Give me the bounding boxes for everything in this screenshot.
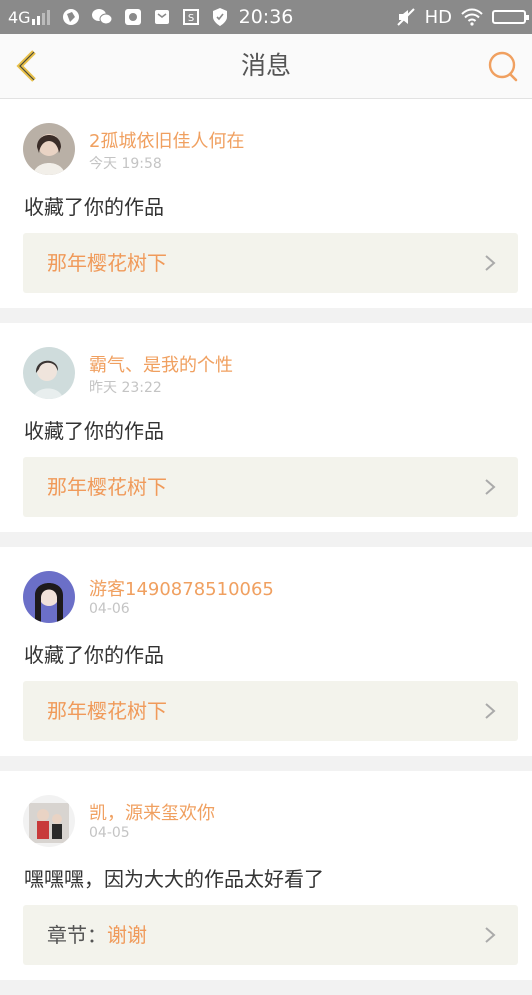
user-name[interactable]: 凯，源来玺欢你 [89,799,215,825]
avatar[interactable] [23,347,75,399]
chevron-right-icon [485,927,496,943]
chevron-right-icon [485,479,496,495]
user-name[interactable]: 游客1490878510065 [89,575,274,601]
message-time: 今天 19:58 [89,156,162,172]
work-link[interactable]: 那年樱花树下 [23,233,518,293]
avatar[interactable] [23,571,75,623]
work-title: 那年樱花树下 [47,457,167,517]
message-time: 昨天 23:22 [89,380,162,396]
user-name[interactable]: 2孤城依旧佳人何在 [89,127,244,153]
search-button[interactable] [486,49,520,83]
battery-icon [492,10,529,24]
message-item[interactable]: 霸气、是我的个性 昨天 23:22 收藏了你的作品 那年樱花树下 [0,323,532,532]
message-content: 收藏了你的作品 [24,419,164,443]
message-item[interactable]: 游客1490878510065 04-06 收藏了你的作品 那年樱花树下 [0,547,532,756]
work-title-text: 那年樱花树下 [47,699,167,723]
work-prefix: 章节： [47,923,107,947]
message-content: 收藏了你的作品 [24,195,164,219]
wifi-icon [461,8,483,26]
work-link[interactable]: 章节：谢谢 [23,905,518,965]
page-title: 消息 [240,51,291,80]
avatar[interactable] [23,123,75,175]
chevron-right-icon [485,703,496,719]
hd-label: HD [424,6,452,28]
work-title-text: 那年樱花树下 [47,475,167,499]
work-title: 那年樱花树下 [47,233,167,293]
message-list: 2孤城依旧佳人何在 今天 19:58 收藏了你的作品 那年樱花树下 霸气、是我的… [0,99,532,995]
work-title: 那年樱花树下 [47,681,167,741]
work-link[interactable]: 那年樱花树下 [23,681,518,741]
message-item[interactable]: 凯，源来玺欢你 04-05 嘿嘿嘿，因为大大的作品太好看了 章节：谢谢 [0,771,532,980]
chevron-right-icon [485,255,496,271]
work-title-text: 那年樱花树下 [47,251,167,275]
user-name[interactable]: 霸气、是我的个性 [89,351,233,377]
nav-bar: 消息 [0,34,532,99]
mute-icon [396,7,416,27]
work-link[interactable]: 那年樱花树下 [23,457,518,517]
work-title: 章节：谢谢 [47,905,147,965]
message-content: 收藏了你的作品 [24,643,164,667]
message-time: 04-06 [89,601,130,617]
message-time: 04-05 [89,825,130,841]
message-item[interactable]: 2孤城依旧佳人何在 今天 19:58 收藏了你的作品 那年樱花树下 [0,99,532,308]
status-bar: 4G S 20:36 HD [0,0,532,34]
work-title-text: 谢谢 [107,923,147,947]
message-content: 嘿嘿嘿，因为大大的作品太好看了 [24,867,324,891]
search-icon [488,51,518,82]
avatar[interactable] [23,795,75,847]
